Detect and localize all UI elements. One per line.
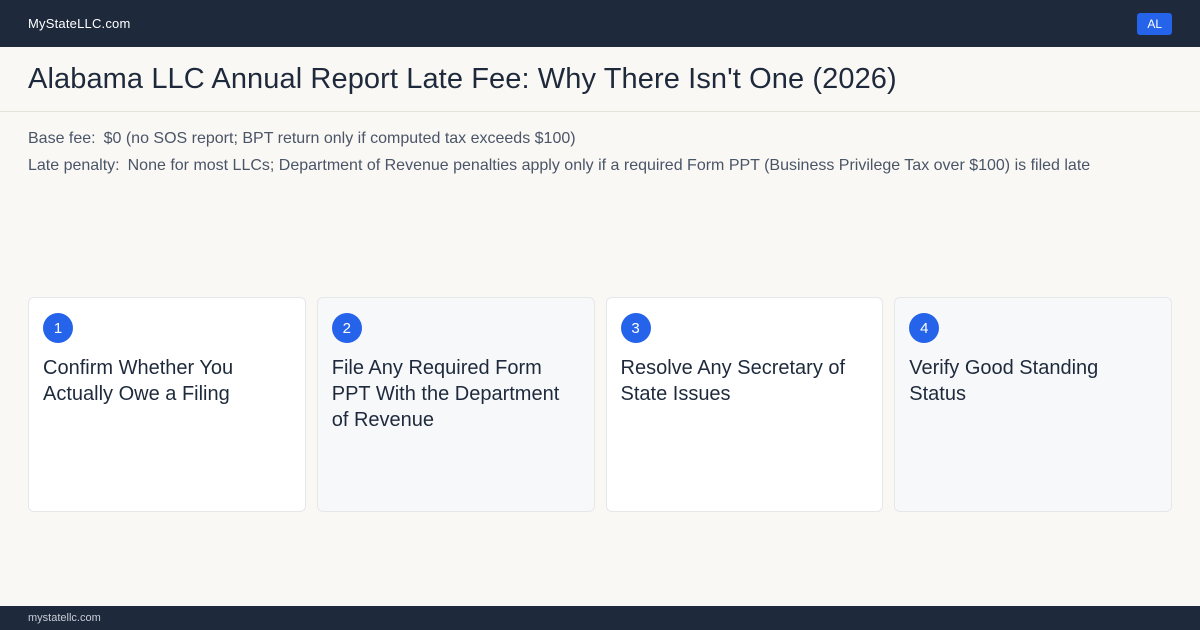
late-penalty-row: Late penalty: None for most LLCs; Depart… [28,155,1172,177]
step-title: Verify Good Standing Status [909,357,1099,405]
step-number-badge: 1 [43,313,73,343]
step-title: Confirm Whether You Actually Owe a Filin… [43,357,234,405]
step-card-4: 4 Verify Good Standing Status [894,297,1172,512]
footer-domain[interactable]: mystatellc.com [28,612,101,624]
step-number-badge: 2 [331,313,362,343]
step-title: Resolve Any Secretary of State Issues [620,357,846,405]
top-bar: MyStateLLC.com AL [0,0,1200,47]
step-number-badge: 3 [620,313,651,343]
base-fee-value: $0 (no SOS report; BPT return only if co… [103,130,576,147]
step-card-2: 2 File Any Required Form PPT With the De… [316,297,595,512]
step-title: File Any Required Form PPT With the Depa… [331,357,560,431]
title-band: Alabama LLC Annual Report Late Fee: Why … [0,47,1200,112]
base-fee-row: Base fee: $0 (no SOS report; BPT return … [28,128,1172,150]
steps-list: 1 Confirm Whether You Actually Owe a Fil… [28,297,1172,512]
footer-bar: mystatellc.com [0,606,1200,630]
step-card-1: 1 Confirm Whether You Actually Owe a Fil… [28,297,306,512]
step-number-badge: 4 [909,313,940,343]
brand-name[interactable]: MyStateLLC.com [28,16,131,31]
late-penalty-value: None for most LLCs; Department of Revenu… [127,157,1091,174]
fee-facts: Base fee: $0 (no SOS report; BPT return … [28,128,1172,182]
step-card-3: 3 Resolve Any Secretary of State Issues [605,297,884,512]
page-title: Alabama LLC Annual Report Late Fee: Why … [28,62,897,95]
late-penalty-label: Late penalty: [28,157,120,174]
state-badge: AL [1137,12,1172,35]
base-fee-label: Base fee: [28,130,96,147]
